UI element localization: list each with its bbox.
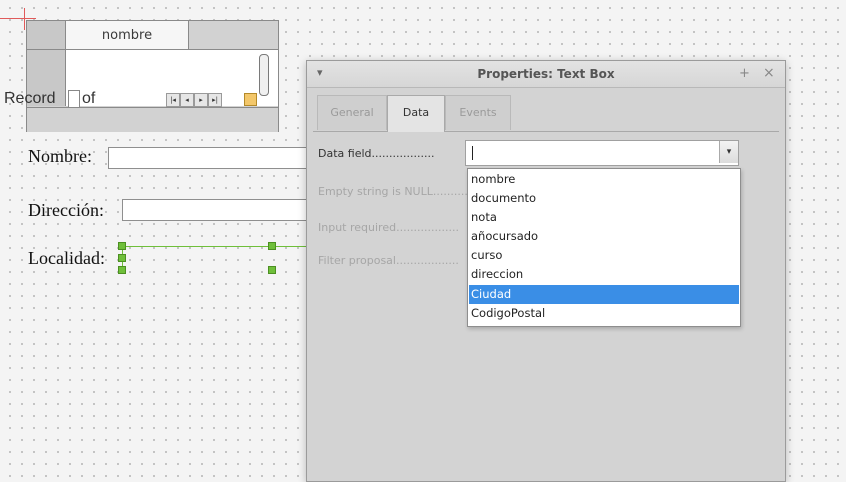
property-filter-proposal: Filter proposal.................. — [318, 254, 459, 267]
next-record-button[interactable]: ▸ — [194, 93, 208, 107]
column-header-nombre[interactable]: nombre — [66, 21, 189, 50]
dropdown-option[interactable]: añocursado — [469, 227, 739, 246]
first-record-button[interactable]: |◂ — [166, 93, 180, 107]
property-label: Empty string is NULL — [318, 185, 433, 198]
close-icon[interactable]: × — [763, 65, 775, 81]
tab-events[interactable]: Events — [445, 95, 511, 130]
chevron-down-icon[interactable]: ▾ — [719, 141, 738, 163]
table-corner — [27, 21, 66, 50]
text-cursor — [472, 146, 473, 160]
of-label: of — [82, 90, 96, 107]
nombre-field[interactable] — [108, 147, 310, 169]
label-nombre: Nombre: — [28, 146, 92, 166]
origin-crosshair-h — [0, 18, 36, 19]
data-field-combobox[interactable] — [465, 140, 739, 166]
tab-data[interactable]: Data — [387, 95, 445, 132]
table-control[interactable]: nombre — [26, 20, 279, 132]
record-navigation-bar — [27, 107, 278, 132]
property-input-required: Input required.................. — [318, 221, 460, 234]
property-empty-string-null: Empty string is NULL.......... — [318, 185, 468, 198]
record-number-field[interactable] — [68, 90, 80, 108]
direccion-field[interactable] — [122, 199, 310, 221]
dropdown-option[interactable]: direccion — [469, 265, 739, 284]
dialog-titlebar[interactable]: Properties: Text Box ▾ + × — [307, 61, 785, 88]
window-menu-icon[interactable]: ▾ — [317, 66, 323, 79]
resize-handle[interactable] — [118, 242, 126, 250]
label-localidad: Localidad: — [28, 248, 105, 268]
selection-outline-top — [122, 246, 306, 247]
dropdown-option[interactable]: nota — [469, 208, 739, 227]
tab-general[interactable]: General — [317, 95, 387, 130]
label-direccion: Dirección: — [28, 200, 104, 220]
resize-handle[interactable] — [118, 266, 126, 274]
resize-handle[interactable] — [268, 242, 276, 250]
pin-icon[interactable]: + — [739, 66, 750, 81]
dropdown-option[interactable]: documento — [469, 189, 739, 208]
last-record-button[interactable]: ▸| — [208, 93, 222, 107]
resize-handle[interactable] — [118, 254, 126, 262]
property-label: Filter proposal — [318, 254, 396, 267]
property-label: Data field — [318, 147, 372, 160]
record-label: Record — [4, 90, 56, 107]
column-header-empty — [189, 21, 278, 50]
dialog-title: Properties: Text Box — [477, 67, 615, 81]
dropdown-option[interactable]: CodigoPostal — [469, 304, 739, 323]
origin-crosshair-v — [24, 8, 25, 30]
property-data-field: Data field.................. — [318, 147, 435, 160]
table-scrollbar[interactable] — [259, 54, 269, 96]
previous-record-button[interactable]: ◂ — [180, 93, 194, 107]
dialog-tabs: General Data Events — [313, 95, 779, 132]
dropdown-option[interactable]: nombre — [469, 170, 739, 189]
property-label: Input required — [318, 221, 397, 234]
dropdown-option[interactable]: curso — [469, 246, 739, 265]
resize-handle[interactable] — [268, 266, 276, 274]
data-field-dropdown-list[interactable]: nombre documento nota añocursado curso d… — [467, 168, 741, 327]
new-record-icon[interactable] — [244, 93, 257, 106]
dropdown-option-selected[interactable]: Ciudad — [469, 285, 739, 304]
